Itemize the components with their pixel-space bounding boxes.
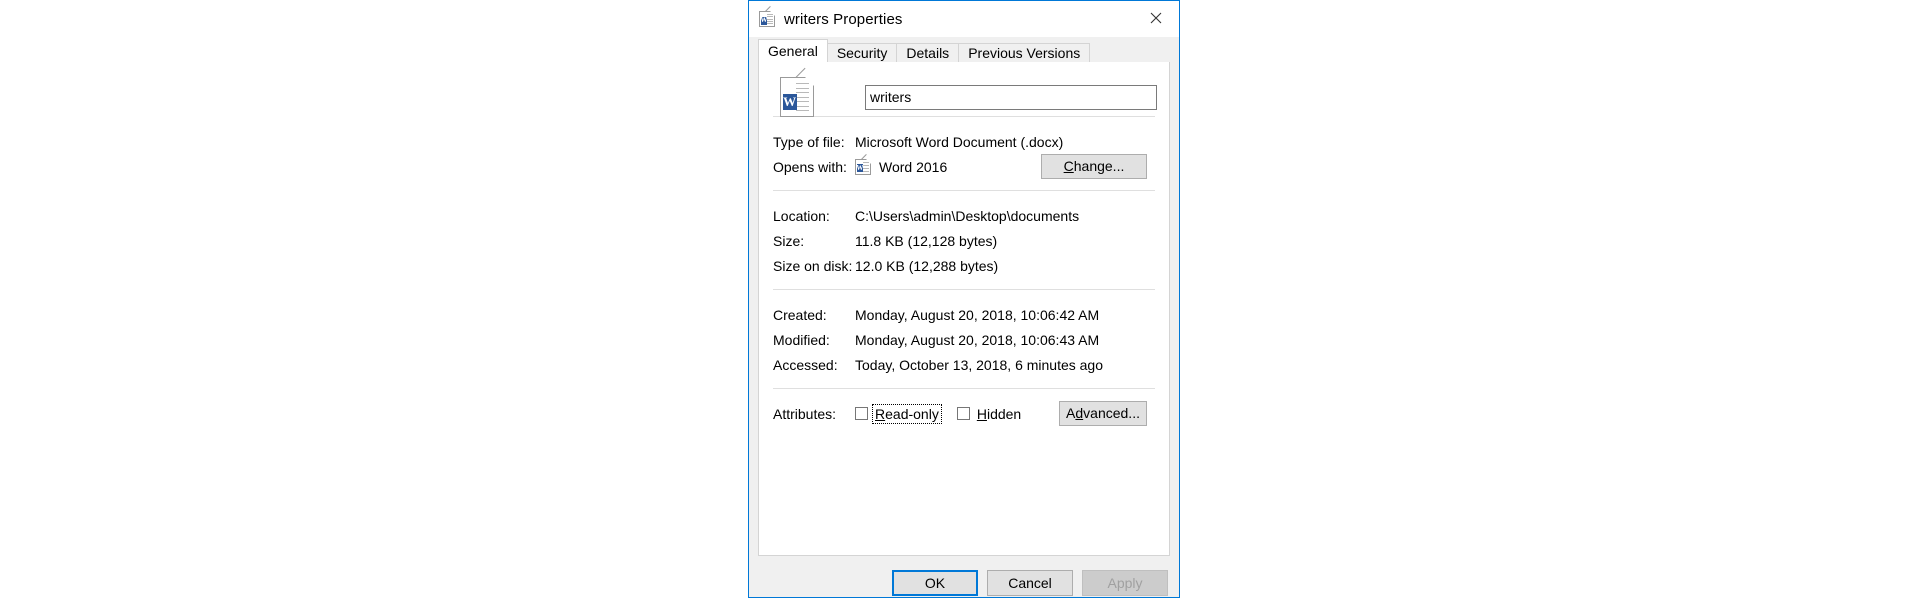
timestamps-section: Created: Monday, August 20, 2018, 10:06:… — [771, 290, 1157, 388]
dialog-footer: OK Cancel Apply — [749, 556, 1179, 597]
location-label: Location: — [773, 207, 830, 224]
size-on-disk-label: Size on disk: — [773, 257, 853, 274]
type-of-file-label: Type of file: — [773, 133, 845, 150]
opens-with-label: Opens with: — [773, 158, 847, 175]
tab-security[interactable]: Security — [826, 43, 898, 62]
opens-with-app-name: Word 2016 — [879, 158, 948, 175]
attributes-section: Attributes: Read-only Hidden Advanced... — [771, 389, 1157, 426]
size-value: 11.8 KB (12,128 bytes) — [855, 232, 998, 249]
hidden-label[interactable]: Hidden — [975, 405, 1023, 423]
tab-security-label: Security — [836, 45, 888, 61]
hidden-checkbox-group[interactable]: Hidden — [956, 405, 1023, 423]
hidden-checkbox[interactable] — [956, 407, 970, 420]
location-row: Location: C:\Users\admin\Desktop\documen… — [773, 203, 1155, 228]
apply-button: Apply — [1082, 570, 1168, 596]
location-size-section: Location: C:\Users\admin\Desktop\documen… — [771, 191, 1157, 289]
readonly-checkbox-group[interactable]: Read-only — [855, 403, 942, 424]
location-value: C:\Users\admin\Desktop\documents — [855, 207, 1080, 224]
file-header: W — [771, 62, 1157, 117]
filename-input[interactable] — [865, 84, 1157, 110]
tab-previous-versions-label: Previous Versions — [968, 45, 1081, 61]
tab-general-label: General — [768, 43, 818, 59]
close-icon[interactable] — [1133, 1, 1179, 34]
properties-dialog: W writers Properties General Security De… — [748, 0, 1180, 598]
word-document-icon: W — [780, 67, 814, 117]
accessed-label: Accessed: — [773, 356, 838, 373]
accessed-row: Accessed: Today, October 13, 2018, 6 min… — [773, 352, 1155, 377]
modified-value: Monday, August 20, 2018, 10:06:43 AM — [855, 331, 1100, 348]
accessed-value: Today, October 13, 2018, 6 minutes ago — [855, 356, 1104, 373]
attributes-row: Attributes: Read-only Hidden Advanced... — [773, 401, 1155, 426]
size-on-disk-row: Size on disk: 12.0 KB (12,288 bytes) — [773, 253, 1155, 278]
general-tab-panel: W Type of file: Microsoft Word Document … — [758, 62, 1170, 556]
file-type-section: Type of file: Microsoft Word Document (.… — [771, 117, 1157, 190]
tab-strip: General Security Details Previous Versio… — [749, 37, 1179, 62]
type-of-file-row: Type of file: Microsoft Word Document (.… — [773, 129, 1155, 154]
attributes-label: Attributes: — [773, 405, 837, 422]
change-button[interactable]: Change... — [1041, 154, 1147, 179]
modified-row: Modified: Monday, August 20, 2018, 10:06… — [773, 327, 1155, 352]
window-title: writers Properties — [784, 10, 903, 28]
word-app-icon: W — [855, 153, 871, 175]
tab-general[interactable]: General — [758, 39, 828, 62]
desktop-background: W writers Properties General Security De… — [0, 0, 1920, 600]
created-row: Created: Monday, August 20, 2018, 10:06:… — [773, 302, 1155, 327]
opens-with-row: Opens with: W Word 2016 Change... — [773, 153, 1155, 179]
created-value: Monday, August 20, 2018, 10:06:42 AM — [855, 306, 1100, 323]
size-label: Size: — [773, 232, 805, 249]
advanced-button[interactable]: Advanced... — [1059, 401, 1147, 426]
opens-with-value: W Word 2016 — [855, 153, 948, 175]
cancel-button[interactable]: Cancel — [987, 570, 1073, 596]
tab-previous-versions[interactable]: Previous Versions — [958, 43, 1091, 62]
readonly-checkbox[interactable] — [855, 407, 868, 420]
ok-button[interactable]: OK — [892, 570, 978, 596]
created-label: Created: — [773, 306, 827, 323]
readonly-label[interactable]: Read-only — [872, 403, 942, 424]
size-row: Size: 11.8 KB (12,128 bytes) — [773, 228, 1155, 253]
type-of-file-value: Microsoft Word Document (.docx) — [855, 133, 1064, 150]
size-on-disk-value: 12.0 KB (12,288 bytes) — [855, 257, 999, 274]
title-bar: W writers Properties — [749, 1, 1179, 37]
tab-details[interactable]: Details — [896, 43, 960, 62]
tab-details-label: Details — [906, 45, 950, 61]
modified-label: Modified: — [773, 331, 830, 348]
word-document-icon: W — [759, 6, 775, 27]
